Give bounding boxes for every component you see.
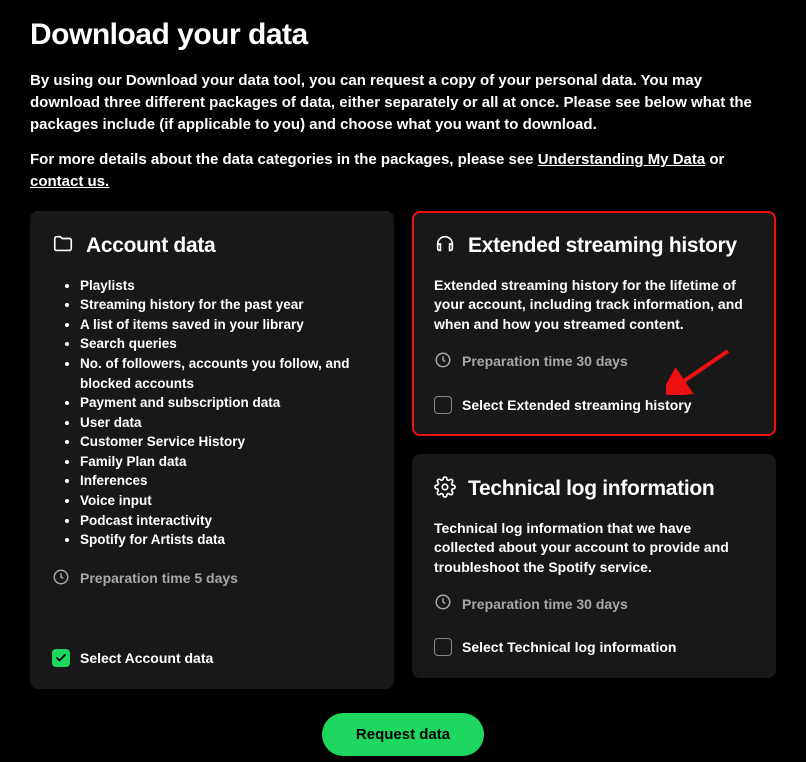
select-account-data[interactable]: Select Account data — [52, 649, 372, 667]
intro-paragraph: By using our Download your data tool, yo… — [30, 70, 776, 135]
clock-icon — [434, 351, 452, 372]
select-technical-label: Select Technical log information — [462, 639, 676, 655]
list-item: A list of items saved in your library — [80, 315, 372, 335]
clock-icon — [434, 593, 452, 614]
prep-time-label: Preparation time 5 days — [80, 570, 238, 586]
folder-icon — [52, 233, 74, 260]
extended-card-description: Extended streaming history for the lifet… — [434, 276, 754, 335]
select-extended-label: Select Extended streaming history — [462, 397, 692, 413]
list-item: Family Plan data — [80, 452, 372, 472]
list-item: Streaming history for the past year — [80, 295, 372, 315]
account-prep-time: Preparation time 5 days — [52, 568, 372, 589]
list-item: User data — [80, 413, 372, 433]
select-extended-history[interactable]: Select Extended streaming history — [434, 396, 754, 414]
request-data-button[interactable]: Request data — [322, 713, 484, 756]
list-item: Payment and subscription data — [80, 393, 372, 413]
page-title: Download your data — [30, 18, 776, 52]
extended-history-card: Extended streaming history Extended stre… — [412, 211, 776, 436]
contact-us-link[interactable]: contact us. — [30, 173, 109, 190]
account-data-card: Account data Playlists Streaming history… — [30, 211, 394, 689]
list-item: Inferences — [80, 471, 372, 491]
list-item: Spotify for Artists data — [80, 530, 372, 550]
list-item: Search queries — [80, 334, 372, 354]
technical-log-card: Technical log information Technical log … — [412, 454, 776, 679]
account-items-list: Playlists Streaming history for the past… — [52, 276, 372, 550]
technical-card-title: Technical log information — [468, 477, 714, 501]
technical-card-description: Technical log information that we have c… — [434, 519, 754, 578]
select-account-label: Select Account data — [80, 650, 213, 666]
extended-prep-time: Preparation time 30 days — [434, 351, 754, 372]
checkbox-checked-icon — [52, 649, 70, 667]
prep-time-label: Preparation time 30 days — [462, 353, 628, 369]
select-technical-log[interactable]: Select Technical log information — [434, 638, 754, 656]
technical-prep-time: Preparation time 30 days — [434, 593, 754, 614]
details-paragraph: For more details about the data categori… — [30, 149, 776, 193]
account-card-title: Account data — [86, 234, 215, 258]
list-item: Customer Service History — [80, 432, 372, 452]
extended-card-title: Extended streaming history — [468, 234, 737, 258]
list-item: Playlists — [80, 276, 372, 296]
checkbox-unchecked-icon — [434, 396, 452, 414]
list-item: Voice input — [80, 491, 372, 511]
clock-icon — [52, 568, 70, 589]
list-item: No. of followers, accounts you follow, a… — [80, 354, 372, 393]
checkbox-unchecked-icon — [434, 638, 452, 656]
understanding-data-link[interactable]: Understanding My Data — [538, 151, 706, 168]
list-item: Podcast interactivity — [80, 511, 372, 531]
prep-time-label: Preparation time 30 days — [462, 596, 628, 612]
headphones-icon — [434, 233, 456, 260]
gear-icon — [434, 476, 456, 503]
details-prefix: For more details about the data categori… — [30, 151, 538, 168]
details-middle: or — [705, 151, 724, 168]
